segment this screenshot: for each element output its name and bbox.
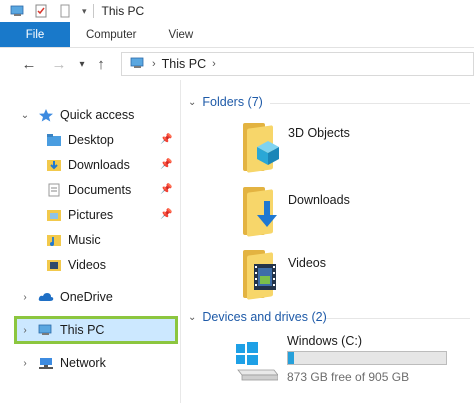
sidebar-item-documents[interactable]: Documents bbox=[46, 179, 131, 201]
chevron-right-icon[interactable]: › bbox=[152, 58, 156, 70]
group-divider bbox=[270, 103, 470, 104]
music-icon bbox=[46, 233, 62, 247]
ribbon-tabs: File Computer View bbox=[0, 22, 474, 48]
sidebar-item-label: This PC bbox=[60, 323, 105, 337]
back-arrow-icon[interactable]: ← bbox=[18, 56, 40, 73]
videos-icon bbox=[46, 258, 62, 272]
drive-usage-bar bbox=[287, 351, 447, 365]
tab-computer[interactable]: Computer bbox=[70, 22, 153, 47]
sidebar-item-network[interactable]: › Network bbox=[18, 352, 106, 374]
sidebar-item-videos[interactable]: Videos bbox=[46, 254, 106, 276]
drive-icon[interactable] bbox=[234, 342, 279, 385]
documents-icon bbox=[46, 183, 62, 197]
tab-file[interactable]: File bbox=[0, 22, 70, 47]
star-icon bbox=[38, 108, 54, 122]
pin-icon[interactable]: 📌 bbox=[160, 159, 172, 170]
chevron-right-icon[interactable]: › bbox=[18, 325, 32, 336]
chevron-down-icon[interactable]: ⌄ bbox=[18, 110, 32, 121]
pin-icon[interactable]: 📌 bbox=[160, 134, 172, 145]
up-arrow-icon[interactable]: ↑ bbox=[90, 56, 112, 73]
drive-free-space: 873 GB free of 905 GB bbox=[287, 370, 410, 384]
chevron-right-icon[interactable]: › bbox=[18, 292, 32, 303]
address-path[interactable]: This PC bbox=[162, 57, 206, 71]
properties-icon[interactable] bbox=[34, 4, 50, 18]
sidebar-item-label: Pictures bbox=[68, 208, 114, 222]
new-folder-icon[interactable] bbox=[58, 4, 74, 18]
sidebar-item-quick-access[interactable]: ⌄ Quick access bbox=[18, 104, 135, 126]
address-bar[interactable]: › This PC › bbox=[121, 52, 474, 76]
pc-icon bbox=[38, 323, 54, 337]
group-header-label: Devices and drives (2) bbox=[202, 310, 327, 324]
folder-icon[interactable] bbox=[243, 123, 279, 173]
desktop-folder-icon bbox=[46, 133, 62, 147]
drive-name[interactable]: Windows (C:) bbox=[287, 334, 362, 348]
navigation-bar: ← → ▾ ↑ › This PC › bbox=[0, 49, 474, 79]
sidebar-item-desktop[interactable]: Desktop bbox=[46, 129, 114, 151]
group-header-folders[interactable]: ⌄ Folders (7) bbox=[188, 95, 263, 109]
recent-locations-icon[interactable]: ▾ bbox=[74, 59, 90, 70]
folder-label-downloads[interactable]: Downloads bbox=[288, 193, 350, 207]
title-separator bbox=[92, 4, 94, 18]
group-header-devices[interactable]: ⌄ Devices and drives (2) bbox=[188, 310, 327, 324]
cube-icon bbox=[257, 141, 279, 165]
drive-usage-fill bbox=[288, 352, 294, 364]
window-title: This PC bbox=[101, 4, 145, 18]
sidebar-item-pictures[interactable]: Pictures bbox=[46, 204, 113, 226]
pin-icon[interactable]: 📌 bbox=[160, 209, 172, 220]
customize-toolbar-icon[interactable]: ▾ bbox=[82, 6, 87, 17]
sidebar-item-label: Network bbox=[60, 356, 106, 370]
group-header-label: Folders (7) bbox=[202, 95, 263, 109]
folder-label-3d-objects[interactable]: 3D Objects bbox=[288, 126, 350, 140]
folder-icon[interactable] bbox=[243, 250, 279, 300]
sidebar-item-label: Desktop bbox=[68, 133, 114, 147]
group-divider bbox=[326, 318, 470, 319]
downloads-icon bbox=[46, 158, 62, 172]
chevron-down-icon[interactable]: ⌄ bbox=[188, 97, 196, 108]
pictures-icon bbox=[46, 208, 62, 222]
sidebar-item-label: Videos bbox=[68, 258, 106, 272]
folder-icon[interactable] bbox=[243, 187, 279, 237]
sidebar-item-label: Documents bbox=[68, 183, 132, 197]
forward-arrow-icon[interactable]: → bbox=[48, 56, 70, 73]
film-strip-icon bbox=[254, 264, 276, 290]
network-icon bbox=[38, 356, 54, 370]
sidebar-item-onedrive[interactable]: › OneDrive bbox=[18, 286, 113, 308]
download-arrow-icon bbox=[257, 201, 277, 227]
sidebar-item-downloads[interactable]: Downloads bbox=[46, 154, 130, 176]
chevron-down-icon[interactable]: ⌄ bbox=[188, 312, 196, 323]
sidebar-item-music[interactable]: Music bbox=[46, 229, 101, 251]
chevron-right-icon[interactable]: › bbox=[18, 358, 32, 369]
sidebar-item-this-pc[interactable]: › This PC bbox=[18, 319, 104, 341]
title-bar: ▾ This PC bbox=[0, 0, 474, 22]
sidebar-item-label: Downloads bbox=[68, 158, 130, 172]
pane-divider[interactable] bbox=[180, 80, 181, 403]
pin-icon[interactable]: 📌 bbox=[160, 184, 172, 195]
pc-icon[interactable] bbox=[10, 4, 26, 18]
chevron-right-icon[interactable]: › bbox=[212, 58, 216, 70]
sidebar-item-label: OneDrive bbox=[60, 290, 113, 304]
folder-label-videos[interactable]: Videos bbox=[288, 256, 326, 270]
tab-view[interactable]: View bbox=[153, 22, 210, 47]
sidebar-item-label: Music bbox=[68, 233, 101, 247]
pc-icon bbox=[130, 56, 146, 73]
sidebar-item-label: Quick access bbox=[60, 108, 135, 122]
cloud-icon bbox=[38, 290, 54, 304]
